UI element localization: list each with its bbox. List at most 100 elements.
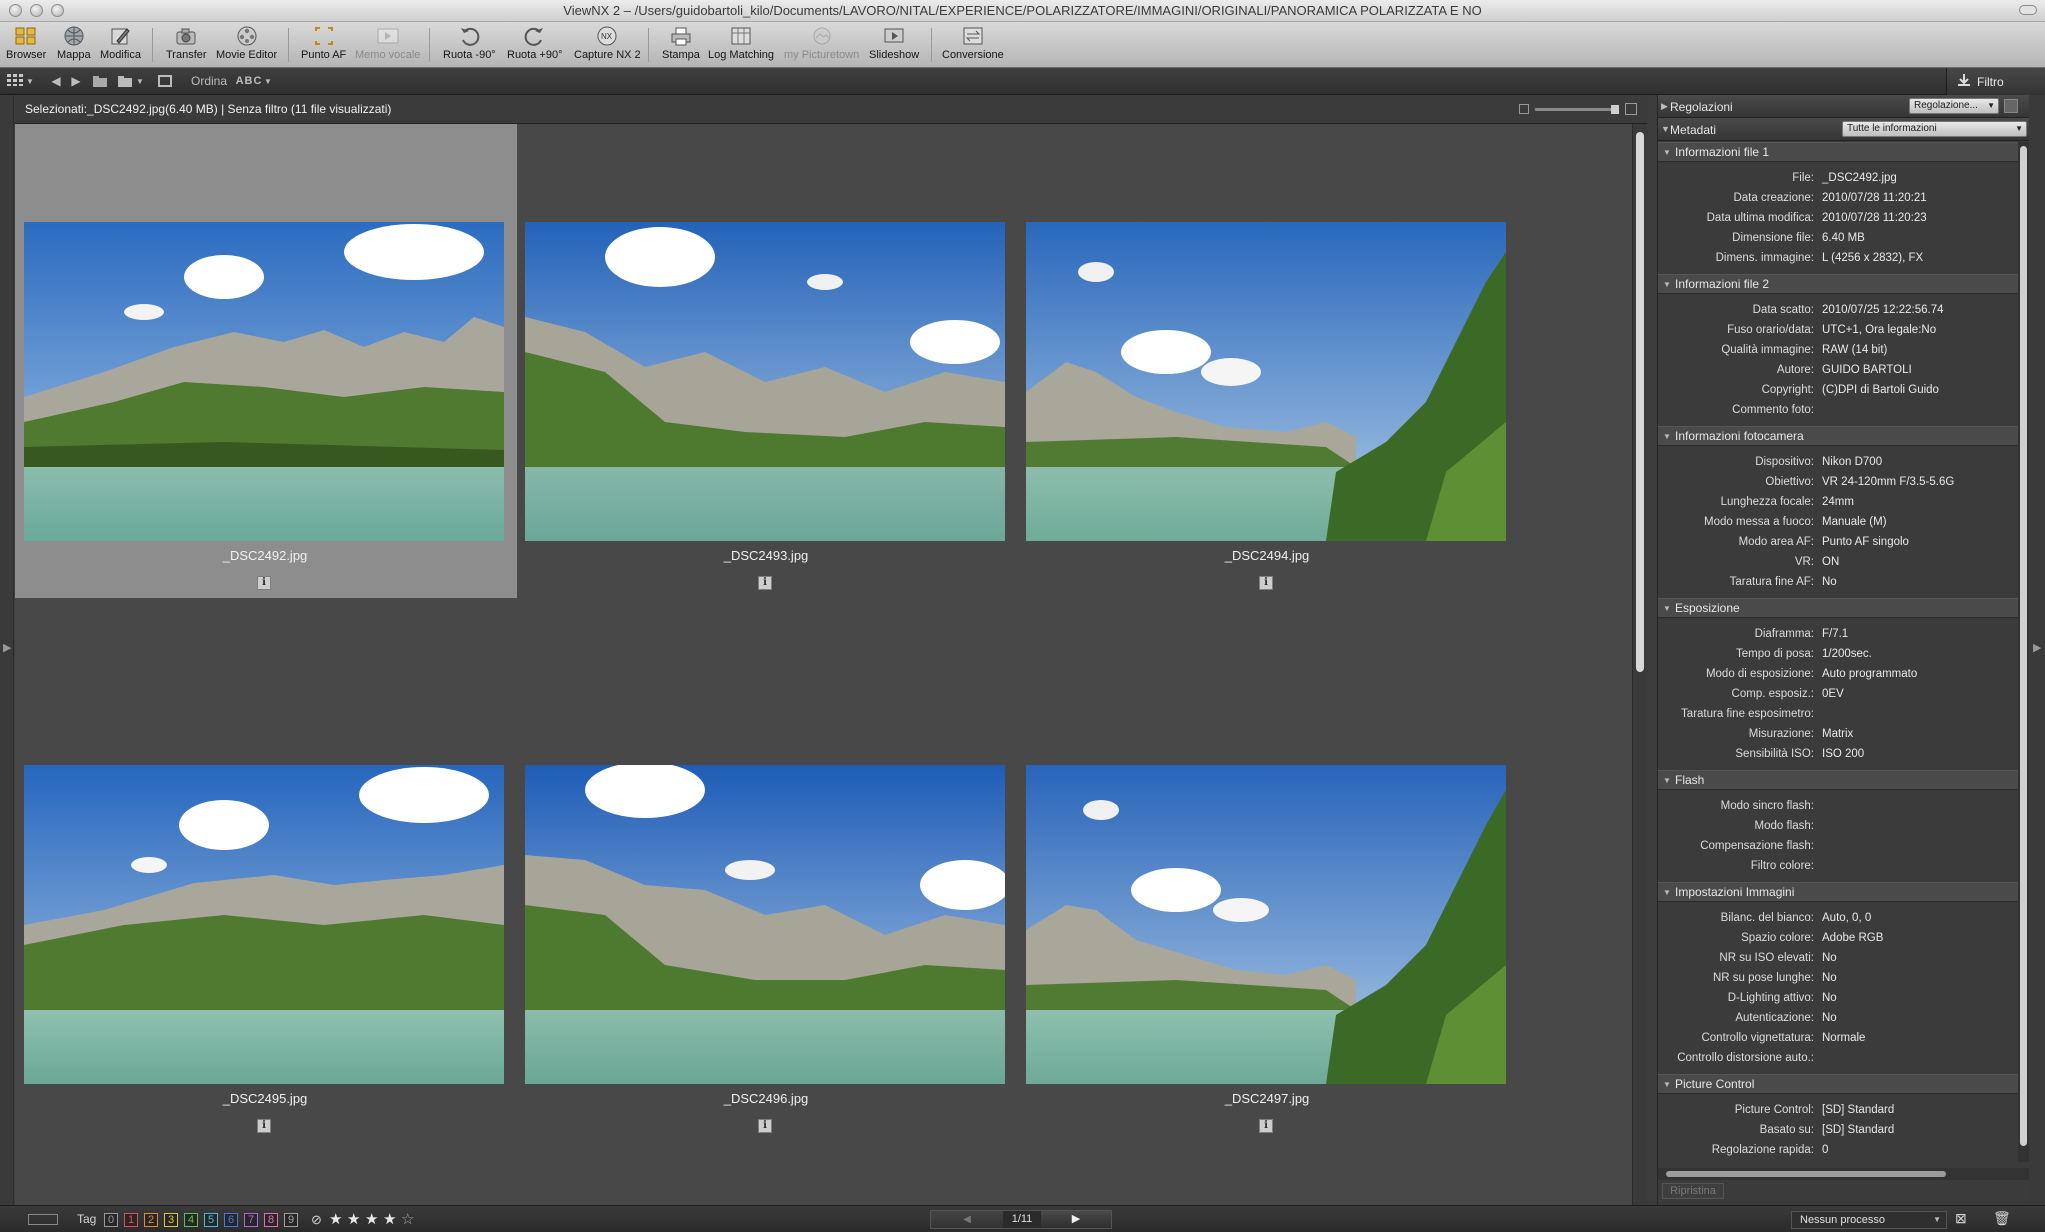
tag-9-button[interactable]: 9 (284, 1213, 298, 1227)
thumbnail-cell[interactable]: _DSC2494.jpg i (1017, 124, 1519, 598)
star-icon[interactable]: ★ (365, 1210, 378, 1228)
slideshow-button[interactable]: Slideshow (869, 25, 919, 67)
metadata-section-header[interactable]: Informazioni file 2 (1658, 274, 2018, 294)
transfer-button[interactable]: Transfer (166, 25, 207, 67)
thumbnail-cell[interactable]: _DSC2493.jpg i (516, 124, 1018, 598)
metadati-header[interactable]: ▼ Metadati Tutte le informazioni ▼ (1658, 118, 2030, 141)
folder-up-icon[interactable] (92, 73, 108, 89)
forward-arrow-icon[interactable]: ▶ (68, 73, 84, 89)
expand-right-panel-icon[interactable]: ▶ (2033, 641, 2041, 654)
thumbnail-cell[interactable]: _DSC2497.jpg i (1017, 667, 1519, 1141)
mappa-button[interactable]: Mappa (57, 25, 91, 67)
info-icon[interactable]: i (1259, 1119, 1273, 1133)
star-icon[interactable]: ★ (329, 1210, 342, 1228)
thumbnail-cell[interactable]: _DSC2495.jpg i (15, 667, 517, 1141)
stampa-button[interactable]: Stampa (662, 25, 700, 67)
star-icon[interactable]: ★ (383, 1210, 396, 1228)
regolazioni-header[interactable]: ▶ Regolazioni Regolazione... ▼ (1658, 95, 2030, 118)
thumbnail-cell[interactable]: _DSC2492.jpg i (15, 124, 517, 598)
tag-4-button[interactable]: 4 (184, 1213, 198, 1227)
filmstrip-toggle-icon[interactable] (28, 1214, 58, 1225)
thumbnail-size-slider[interactable] (1535, 104, 1619, 114)
toolbar-toggle-button[interactable] (2019, 5, 2037, 15)
tag-1-button[interactable]: 1 (124, 1213, 138, 1227)
metadata-section-header[interactable]: Informazioni fotocamera (1658, 426, 2018, 446)
ripristina-button[interactable]: Ripristina (1662, 1183, 1724, 1199)
scrollbar-thumb[interactable] (1666, 1171, 1946, 1177)
ruota-right-button[interactable]: Ruota +90° (507, 25, 562, 67)
log-matching-button[interactable]: Log Matching (708, 25, 774, 67)
tag-2-button[interactable]: 2 (144, 1213, 158, 1227)
back-arrow-icon[interactable]: ◀ (48, 73, 64, 89)
processo-dropdown[interactable]: Nessun processo ▼ (1791, 1211, 1947, 1229)
info-icon[interactable]: i (758, 1119, 772, 1133)
scrollbar-thumb[interactable] (1636, 132, 1644, 672)
capture-nx2-button[interactable]: NX Capture NX 2 (574, 25, 641, 67)
folder-dropdown-arrow-icon[interactable]: ▼ (136, 73, 144, 89)
metadata-section-header[interactable]: Impostazioni Immagini (1658, 882, 2018, 902)
tag-8-button[interactable]: 8 (264, 1213, 278, 1227)
ruota-left-button[interactable]: Ruota -90° (443, 25, 496, 67)
metadata-section-header[interactable]: Informazioni file 1 (1658, 142, 2018, 162)
toolbar-separator (648, 28, 649, 62)
minimize-window-button[interactable] (30, 4, 43, 17)
metadata-section-header[interactable]: Picture Control (1658, 1074, 2018, 1094)
metadata-section-header[interactable]: Flash (1658, 770, 2018, 790)
conversione-button[interactable]: Conversione (942, 25, 1004, 67)
right-panel-edge: ▶ (2029, 95, 2045, 1205)
grid-view-button[interactable] (4, 73, 26, 89)
print-sheet-icon[interactable] (156, 73, 174, 89)
photo-thumbnail[interactable] (525, 222, 1005, 541)
trash-icon[interactable]: 🗑 (1993, 1210, 2011, 1227)
sort-dropdown-arrow-icon[interactable]: ▼ (264, 73, 272, 89)
tag-0-button[interactable]: 0 (104, 1213, 118, 1227)
regolazioni-dropdown[interactable]: Regolazione... ▼ (1909, 98, 1999, 114)
thumbnail-scrollbar[interactable] (1632, 124, 1647, 1205)
metadata-hscrollbar[interactable] (1658, 1168, 2030, 1180)
filtro-button[interactable]: Filtro (1946, 68, 2045, 95)
tag-5-button[interactable]: 5 (204, 1213, 218, 1227)
photo-thumbnail[interactable] (1026, 765, 1506, 1084)
star-icon[interactable]: ★ (347, 1210, 360, 1228)
metadata-section-header[interactable]: Esposizione (1658, 598, 2018, 618)
selection-info: Selezionati:_DSC2492.jpg(6.40 MB) | Senz… (25, 102, 392, 116)
punto-af-button[interactable]: Punto AF (301, 25, 346, 67)
view-dropdown-arrow-icon[interactable]: ▼ (26, 73, 34, 89)
info-icon[interactable]: i (257, 1119, 271, 1133)
large-thumb-icon[interactable] (1625, 103, 1637, 115)
close-window-button[interactable] (9, 4, 22, 17)
modifica-button[interactable]: Modifica (100, 25, 141, 67)
expand-left-panel-icon[interactable]: ▶ (3, 641, 11, 654)
sort-dropdown[interactable]: ABC (234, 73, 264, 89)
slider-knob[interactable] (1611, 104, 1619, 114)
info-icon[interactable]: i (257, 576, 271, 590)
next-page-button[interactable]: ▶ (1041, 1211, 1111, 1228)
photo-thumbnail[interactable] (525, 765, 1005, 1084)
scrollbar-thumb[interactable] (2020, 146, 2027, 1146)
settings-icon[interactable] (2004, 99, 2018, 113)
star-icon[interactable]: ☆ (401, 1210, 414, 1228)
zoom-window-button[interactable] (51, 4, 64, 17)
metadata-row: Controllo distorsione auto.: (1658, 1048, 2018, 1068)
previous-page-button[interactable]: ◀ (931, 1211, 1003, 1228)
browser-button[interactable]: Browser (6, 25, 46, 67)
metadata-key: Data scatto: (1752, 304, 1814, 316)
movie-editor-button[interactable]: Movie Editor (216, 25, 277, 67)
tag-7-button[interactable]: 7 (244, 1213, 258, 1227)
photo-thumbnail[interactable] (24, 222, 504, 541)
folder-menu-icon[interactable] (114, 73, 136, 89)
my-picturetown-button[interactable]: my Picturetown (784, 25, 859, 67)
memo-vocale-label: Memo vocale (355, 49, 421, 61)
tag-3-button[interactable]: 3 (164, 1213, 178, 1227)
thumbnail-cell[interactable]: _DSC2496.jpg i (516, 667, 1018, 1141)
cancel-process-icon[interactable]: ⊠ (1955, 1210, 1967, 1227)
info-icon[interactable]: i (1259, 576, 1273, 590)
no-rating-icon[interactable]: ⊘ (311, 1212, 322, 1228)
metadati-dropdown[interactable]: Tutte le informazioni ▼ (1842, 121, 2027, 137)
photo-thumbnail[interactable] (24, 765, 504, 1084)
memo-vocale-button[interactable]: Memo vocale (355, 25, 420, 67)
info-icon[interactable]: i (758, 576, 772, 590)
tag-6-button[interactable]: 6 (224, 1213, 238, 1227)
small-thumb-icon[interactable] (1519, 104, 1529, 114)
photo-thumbnail[interactable] (1026, 222, 1506, 541)
